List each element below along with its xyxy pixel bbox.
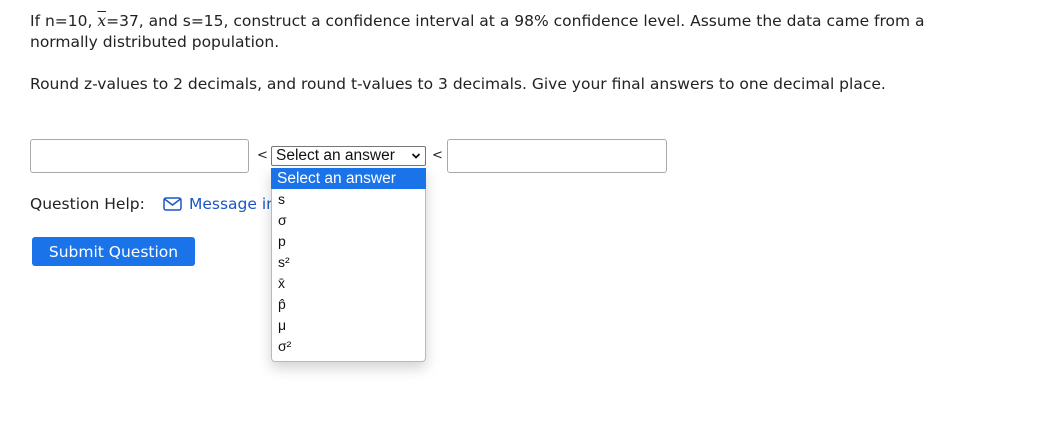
option-mu[interactable]: μ — [272, 315, 425, 336]
submit-question-button[interactable]: Submit Question — [32, 237, 195, 266]
less-than-right: < — [432, 148, 443, 163]
less-than-left: < — [257, 148, 268, 163]
option-p[interactable]: p — [272, 231, 425, 252]
parameter-dropdown-list[interactable]: Select an answer s σ p s² x̄ p̂ μ σ² — [271, 168, 426, 362]
lower-bound-input[interactable] — [30, 139, 249, 173]
message-instructor-link[interactable]: Message instructor — [189, 194, 271, 215]
option-select-an-answer[interactable]: Select an answer — [271, 168, 426, 189]
option-p-hat[interactable]: p̂ — [272, 294, 425, 315]
envelope-icon[interactable] — [163, 197, 182, 211]
option-sigma[interactable]: σ — [272, 210, 425, 231]
option-sigma-squared[interactable]: σ² — [272, 336, 425, 357]
upper-bound-input[interactable] — [447, 139, 667, 173]
select-value: Select an answer — [276, 147, 395, 164]
option-x-bar[interactable]: x̄ — [272, 273, 425, 294]
question-text: If n=10, x=37, and s=15, construct a con… — [30, 12, 925, 51]
rounding-instructions: Round z-values to 2 decimals, and round … — [30, 75, 886, 93]
option-s[interactable]: s — [272, 189, 425, 210]
question-help-label: Question Help: — [30, 195, 145, 213]
parameter-select[interactable]: Select an answer — [271, 146, 426, 166]
chevron-down-icon — [411, 153, 421, 159]
option-s-squared[interactable]: s² — [272, 252, 425, 273]
xbar-symbol: x — [97, 12, 107, 30]
